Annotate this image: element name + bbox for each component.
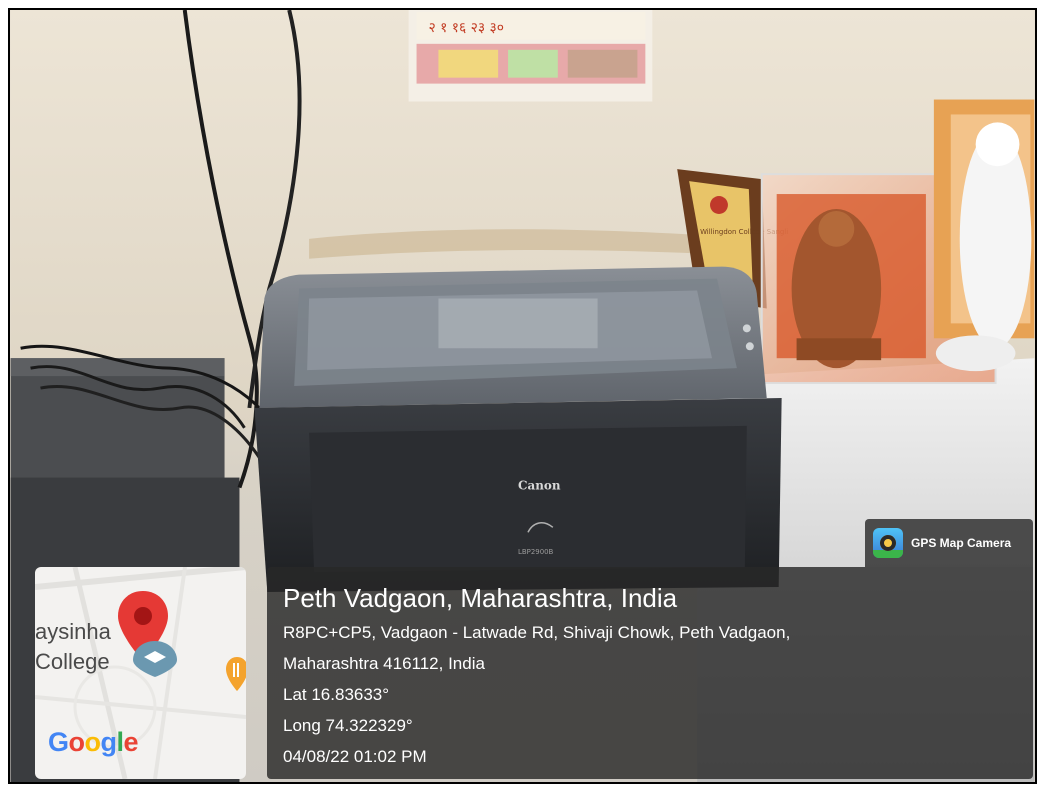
longitude: Long 74.322329° — [283, 716, 413, 735]
map-label-line-1: aysinha — [35, 619, 111, 644]
location-info-panel: Peth Vadgaon, Maharashtra, India R8PC+CP… — [267, 567, 1033, 779]
google-logo-letter: l — [116, 727, 125, 757]
address-line-2: Maharashtra 416112, India — [283, 654, 485, 673]
map-place-label: aysinha College — [35, 617, 111, 677]
school-marker-icon — [133, 641, 177, 677]
google-logo: Google — [48, 727, 139, 758]
gps-app-name: GPS Map Camera — [911, 536, 1012, 550]
latitude: Lat 16.83633° — [283, 685, 390, 704]
address-line-1: R8PC+CP5, Vadgaon - Latwade Rd, Shivaji … — [283, 623, 791, 642]
google-logo-letter: g — [100, 727, 118, 757]
datetime: 04/08/22 01:02 PM — [283, 747, 427, 766]
printer-model: LBP2900B — [518, 548, 554, 556]
restaurant-icon — [226, 657, 246, 691]
printer-brand: Canon — [518, 479, 561, 493]
google-logo-letter: o — [84, 727, 102, 757]
calendar-numbers: २ १ १६ २३ ३० — [428, 20, 504, 36]
place-title: Peth Vadgaon, Maharashtra, India — [283, 583, 678, 613]
gps-app-header: GPS Map Camera — [865, 519, 1033, 567]
google-logo-letter: o — [68, 727, 86, 757]
map-thumbnail: aysinha College Google — [35, 567, 246, 779]
gps-map-camera-icon — [873, 528, 903, 558]
printer: Canon LBP2900B — [254, 266, 782, 592]
photo-frame: २ १ १६ २३ ३० Willingdon College Sangli C… — [8, 8, 1037, 784]
map-label-line-2: College — [35, 649, 110, 674]
google-logo-letter: G — [48, 727, 69, 757]
google-logo-letter: e — [123, 727, 139, 757]
